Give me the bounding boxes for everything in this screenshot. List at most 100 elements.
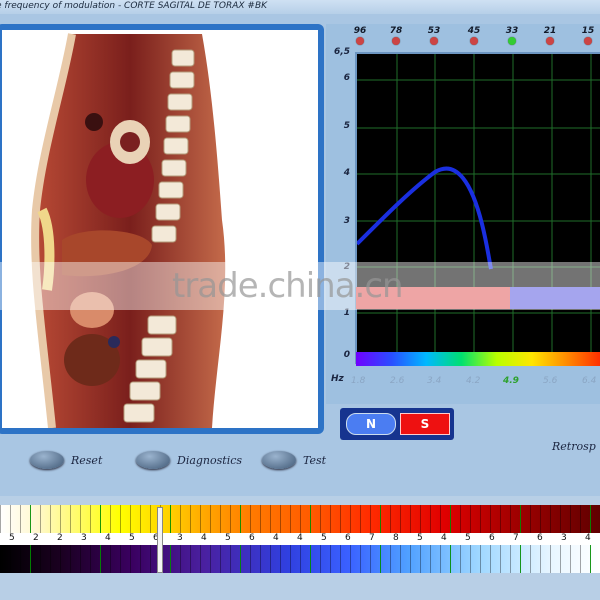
x-axis-tick: 3.4: [427, 376, 442, 386]
marker-indicator-icon: [356, 37, 364, 45]
frequency-scale-tick: [520, 505, 521, 533]
frequency-scale-tick: [140, 545, 141, 573]
frequency-scale-tick: [260, 505, 261, 533]
diagnostics-label: Diagnostics: [177, 453, 243, 467]
marker[interactable]: 45: [462, 26, 486, 45]
x-axis-tick: 2.6: [390, 376, 405, 386]
diagnostics-button[interactable]: Diagnostics: [136, 450, 242, 470]
frequency-scale-tick: [450, 545, 451, 573]
frequency-scale-number: 2: [57, 533, 63, 543]
frequency-scale-tick: [180, 505, 181, 533]
marker[interactable]: 53: [422, 26, 446, 45]
retrospective-label[interactable]: Retrosp: [552, 440, 596, 453]
x-axis-tick: 6.4: [582, 376, 597, 386]
reset-label: Reset: [71, 453, 103, 467]
frequency-cursor-handle[interactable]: [157, 507, 163, 573]
n-button[interactable]: N: [346, 413, 396, 435]
frequency-scale-tick: [350, 505, 351, 533]
frequency-scale-tick: [440, 545, 441, 573]
s-button[interactable]: S: [400, 413, 450, 435]
frequency-scale-tick: [370, 545, 371, 573]
frequency-scale-tick: [30, 505, 31, 533]
frequency-scale-tick: [280, 545, 281, 573]
marker[interactable]: 78: [384, 26, 408, 45]
frequency-scale-tick: [100, 545, 101, 573]
frequency-scale-tick: [150, 505, 151, 533]
frequency-scale-tick: [240, 505, 241, 533]
y-axis-tick: 6,5: [334, 47, 350, 57]
frequency-scale-tick: [530, 545, 531, 573]
frequency-scale-tick: [330, 505, 331, 533]
frequency-scale-tick: [400, 505, 401, 533]
frequency-scale-number: 7: [513, 533, 519, 543]
marker[interactable]: 15: [576, 26, 600, 45]
frequency-scale-tick: [490, 545, 491, 573]
frequency-scale-tick: [90, 545, 91, 573]
frequency-scale-tick: [200, 545, 201, 573]
frequency-scale-tick: [580, 505, 581, 533]
frequency-scale-tick: [500, 545, 501, 573]
frequency-scale-tick: [450, 505, 451, 533]
frequency-scale-tick: [350, 545, 351, 573]
frequency-scale-number: 5: [9, 533, 15, 543]
frequency-scale-tick: [570, 545, 571, 573]
frequency-scale-tick: [70, 505, 71, 533]
frequency-scale-number: 6: [489, 533, 495, 543]
marker[interactable]: 96: [348, 26, 372, 45]
frequency-scale-tick: [0, 505, 1, 533]
marker[interactable]: 33: [500, 26, 524, 45]
frequency-scale-number: 6: [345, 533, 351, 543]
frequency-graph: [355, 52, 600, 364]
frequency-scale-tick: [520, 545, 521, 573]
marker-value: 53: [427, 26, 441, 36]
frequency-scale-tick: [260, 545, 261, 573]
window-title-bar: e frequency of modulation - CORTE SAGITA…: [0, 0, 600, 14]
polarity-switch: N S: [340, 408, 454, 440]
frequency-scale-tick: [60, 545, 61, 573]
anatomy-image-frame: [2, 30, 318, 428]
frequency-scale-tick: [380, 505, 381, 533]
frequency-scale-tick: [200, 505, 201, 533]
frequency-scale-tick: [230, 505, 231, 533]
marker-indicator-icon: [430, 37, 438, 45]
frequency-scale-number: 7: [369, 533, 375, 543]
x-axis-tick: 5.6: [543, 376, 558, 386]
marker-indicator-icon: [392, 37, 400, 45]
image-panel: [0, 24, 324, 434]
frequency-scale-tick: [590, 505, 591, 533]
frequency-scale-tick: [360, 545, 361, 573]
diagnostics-button-icon[interactable]: [136, 451, 170, 469]
watermark-text: trade.china.cn: [172, 266, 404, 306]
frequency-scale-tick: [530, 505, 531, 533]
frequency-scale-tick: [590, 545, 591, 573]
frequency-scale-tick: [540, 505, 541, 533]
x-axis-tick: 1.8: [351, 376, 366, 386]
frequency-scale-tick: [150, 545, 151, 573]
frequency-scale-tick: [80, 545, 81, 573]
test-button[interactable]: Test: [262, 450, 326, 470]
frequency-scale-number: 6: [249, 533, 255, 543]
frequency-scale-tick: [40, 505, 41, 533]
frequency-scale-tick: [130, 545, 131, 573]
frequency-scale-tick: [250, 545, 251, 573]
frequency-scale-tick: [550, 505, 551, 533]
frequency-scale-number: 3: [177, 533, 183, 543]
frequency-scale-tick: [120, 545, 121, 573]
marker-indicator-icon: [508, 37, 516, 45]
reset-button-icon[interactable]: [30, 451, 64, 469]
frequency-scale-number: 5: [129, 533, 135, 543]
test-button-icon[interactable]: [262, 451, 296, 469]
marker[interactable]: 21: [538, 26, 562, 45]
frequency-scale-tick: [570, 505, 571, 533]
reset-button[interactable]: Reset: [30, 450, 102, 470]
frequency-scale-tick: [540, 545, 541, 573]
frequency-scale-tick: [50, 545, 51, 573]
frequency-scale-tick: [40, 545, 41, 573]
frequency-scale-number: 4: [441, 533, 447, 543]
marker-value: 78: [389, 26, 403, 36]
x-axis-tick-active: 4.9: [503, 376, 519, 386]
frequency-scale-tick: [440, 505, 441, 533]
frequency-scale-tick: [430, 505, 431, 533]
frequency-scale-tick: [290, 545, 291, 573]
frequency-scale-tick: [190, 505, 191, 533]
